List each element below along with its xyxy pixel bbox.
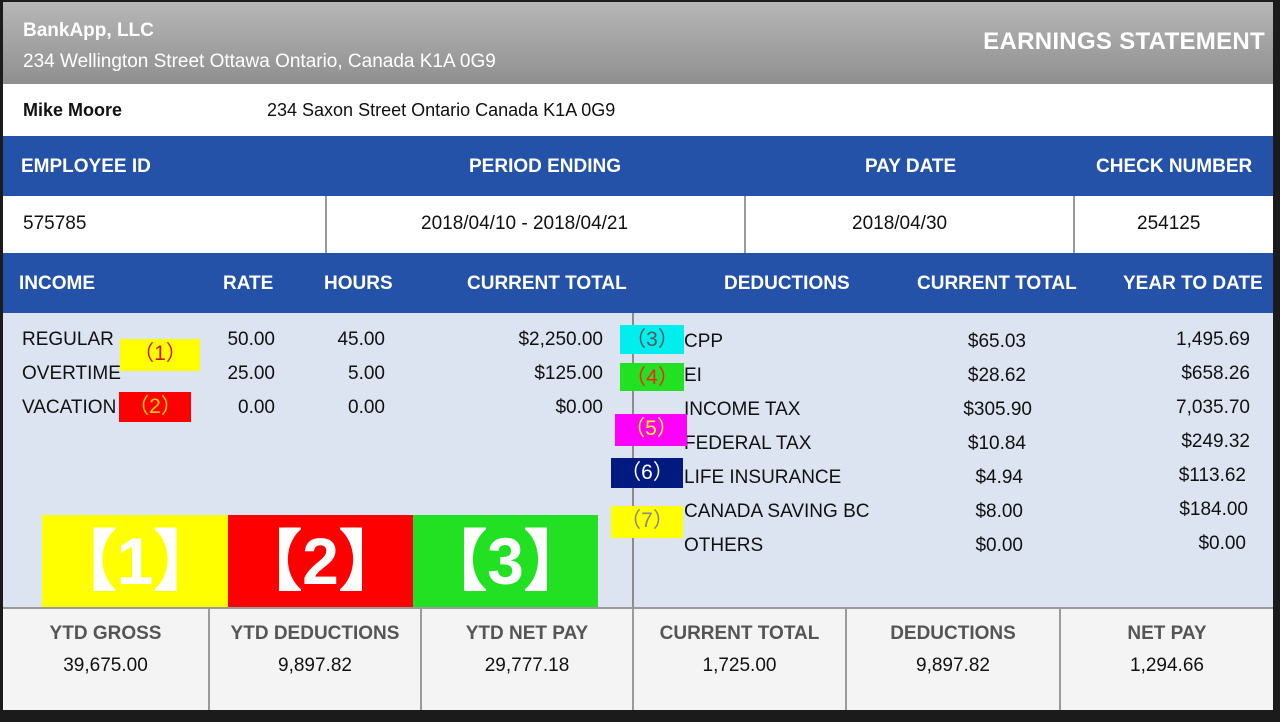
header-income: INCOME bbox=[19, 273, 95, 294]
summary-row: YTD GROSS 39,675.00 YTD DEDUCTIONS 9,897… bbox=[3, 607, 1273, 710]
income-label: OVERTIME bbox=[22, 363, 121, 384]
detail-body: REGULAR 50.00 45.00 $2,250.00 OVERTIME 2… bbox=[3, 313, 1273, 607]
annotation-marker-1: （1） bbox=[120, 339, 200, 371]
income-rate: 0.00 bbox=[238, 397, 275, 418]
summary-value: 1,725.00 bbox=[702, 655, 777, 676]
summary-value: 9,897.82 bbox=[278, 655, 352, 676]
employee-address: 234 Saxon Street Ontario Canada K1A 0G9 bbox=[267, 100, 616, 120]
income-label: REGULAR bbox=[22, 329, 114, 350]
deduction-ytd: $0.00 bbox=[1198, 533, 1246, 554]
deduction-label: CPP bbox=[684, 331, 724, 352]
deduction-ytd: $249.32 bbox=[1181, 431, 1250, 452]
header-deductions: DEDUCTIONS bbox=[724, 273, 850, 294]
deduction-ytd: $658.26 bbox=[1181, 363, 1250, 384]
summary-label: NET PAY bbox=[1127, 623, 1207, 644]
deduction-label: INCOME TAX bbox=[684, 399, 801, 420]
pay-date-value: 2018/04/30 bbox=[852, 213, 948, 234]
period-ending-value: 2018/04/10 - 2018/04/21 bbox=[421, 213, 629, 234]
deduction-label: FEDERAL TAX bbox=[684, 433, 812, 454]
title-bar: BankApp, LLC 234 Wellington Street Ottaw… bbox=[3, 2, 1273, 84]
income-total: $2,250.00 bbox=[518, 329, 603, 350]
summary-value: 39,675.00 bbox=[63, 655, 148, 676]
annotation-marker-6: （6） bbox=[611, 458, 683, 488]
income-hours: 0.00 bbox=[348, 397, 385, 418]
summary-ytd-gross: YTD GROSS 39,675.00 bbox=[3, 609, 210, 710]
deduction-current: $305.90 bbox=[963, 399, 1032, 420]
header-check-number: CHECK NUMBER bbox=[1096, 156, 1253, 177]
income-hours: 45.00 bbox=[337, 329, 385, 350]
income-total: $0.00 bbox=[555, 397, 603, 418]
annotation-marker-5: （5） bbox=[615, 414, 687, 446]
summary-label: CURRENT TOTAL bbox=[659, 623, 820, 644]
income-total: $125.00 bbox=[534, 363, 603, 384]
annotation-marker-2: （2） bbox=[119, 392, 191, 422]
employee-row: Mike Moore 234 Saxon Street Ontario Cana… bbox=[3, 84, 1273, 137]
income-label: VACATION bbox=[22, 397, 117, 418]
income-rate: 25.00 bbox=[227, 363, 275, 384]
header-pay-date: PAY DATE bbox=[865, 156, 957, 177]
big-annotation-marker-1: 【1】 bbox=[42, 515, 228, 607]
annotation-marker-3: （3） bbox=[620, 325, 684, 354]
deduction-current: $10.84 bbox=[967, 433, 1026, 454]
deduction-label: OTHERS bbox=[684, 535, 764, 556]
big-annotation-marker-2: 【2】 bbox=[228, 515, 413, 607]
summary-net-pay: NET PAY 1,294.66 bbox=[1061, 609, 1273, 710]
employee-id-cell: 575785 bbox=[3, 196, 327, 253]
summary-value: 1,294.66 bbox=[1130, 655, 1204, 676]
check-number-cell: 254125 bbox=[1075, 196, 1273, 253]
deduction-current: $28.62 bbox=[967, 365, 1026, 386]
annotation-marker-7: （7） bbox=[611, 506, 683, 538]
deduction-current: $65.03 bbox=[967, 331, 1026, 352]
id-header-row: EMPLOYEE ID PERIOD ENDING PAY DATE CHECK… bbox=[3, 136, 1273, 196]
deduction-ytd: $113.62 bbox=[1178, 465, 1246, 486]
earnings-statement: BankApp, LLC 234 Wellington Street Ottaw… bbox=[3, 2, 1273, 710]
header-current-total: CURRENT TOTAL bbox=[467, 273, 627, 294]
company-address: 234 Wellington Street Ottawa Ontario, Ca… bbox=[23, 51, 496, 72]
summary-label: YTD NET PAY bbox=[465, 623, 589, 644]
employee-name: Mike Moore bbox=[23, 100, 123, 120]
header-deductions-current-total: CURRENT TOTAL bbox=[917, 273, 1077, 294]
summary-label: YTD GROSS bbox=[49, 623, 162, 644]
document-title: EARNINGS STATEMENT bbox=[983, 28, 1265, 55]
big-annotation-marker-3: 【3】 bbox=[413, 515, 598, 607]
summary-label: YTD DEDUCTIONS bbox=[230, 623, 400, 644]
deduction-current: $0.00 bbox=[975, 535, 1023, 556]
header-year-to-date: YEAR TO DATE bbox=[1123, 273, 1263, 294]
header-hours: HOURS bbox=[324, 273, 393, 294]
summary-deductions: DEDUCTIONS 9,897.82 bbox=[847, 609, 1061, 710]
deduction-current: $4.94 bbox=[975, 467, 1023, 488]
header-period-ending: PERIOD ENDING bbox=[469, 156, 622, 177]
detail-header-row: INCOME RATE HOURS CURRENT TOTAL DEDUCTIO… bbox=[3, 253, 1273, 313]
deduction-label: EI bbox=[684, 365, 702, 386]
income-hours: 5.00 bbox=[348, 363, 385, 384]
header-employee-id: EMPLOYEE ID bbox=[21, 156, 151, 177]
summary-ytd-net-pay: YTD NET PAY 29,777.18 bbox=[422, 609, 634, 710]
deduction-label: CANADA SAVING BC bbox=[684, 501, 870, 522]
deduction-current: $8.00 bbox=[975, 501, 1023, 522]
summary-label: DEDUCTIONS bbox=[890, 623, 1016, 644]
summary-ytd-deductions: YTD DEDUCTIONS 9,897.82 bbox=[210, 609, 422, 710]
summary-value: 29,777.18 bbox=[484, 655, 570, 676]
income-rate: 50.00 bbox=[227, 329, 275, 350]
employee-id-value: 575785 bbox=[23, 213, 87, 234]
deduction-ytd: $184.00 bbox=[1179, 499, 1248, 520]
annotation-marker-4: （4） bbox=[620, 363, 684, 391]
deduction-label: LIFE INSURANCE bbox=[684, 467, 842, 488]
id-values-row: 575785 2018/04/10 - 2018/04/21 2018/04/3… bbox=[3, 196, 1273, 253]
summary-value: 9,897.82 bbox=[916, 655, 990, 676]
header-rate: RATE bbox=[223, 273, 274, 294]
period-ending-cell: 2018/04/10 - 2018/04/21 bbox=[327, 196, 746, 253]
deduction-ytd: 1,495.69 bbox=[1176, 329, 1250, 350]
pay-date-cell: 2018/04/30 bbox=[746, 196, 1075, 253]
summary-current-total: CURRENT TOTAL 1,725.00 bbox=[634, 609, 847, 710]
company-name: BankApp, LLC bbox=[23, 20, 154, 41]
check-number-value: 254125 bbox=[1137, 213, 1201, 234]
deduction-ytd: 7,035.70 bbox=[1176, 397, 1250, 418]
